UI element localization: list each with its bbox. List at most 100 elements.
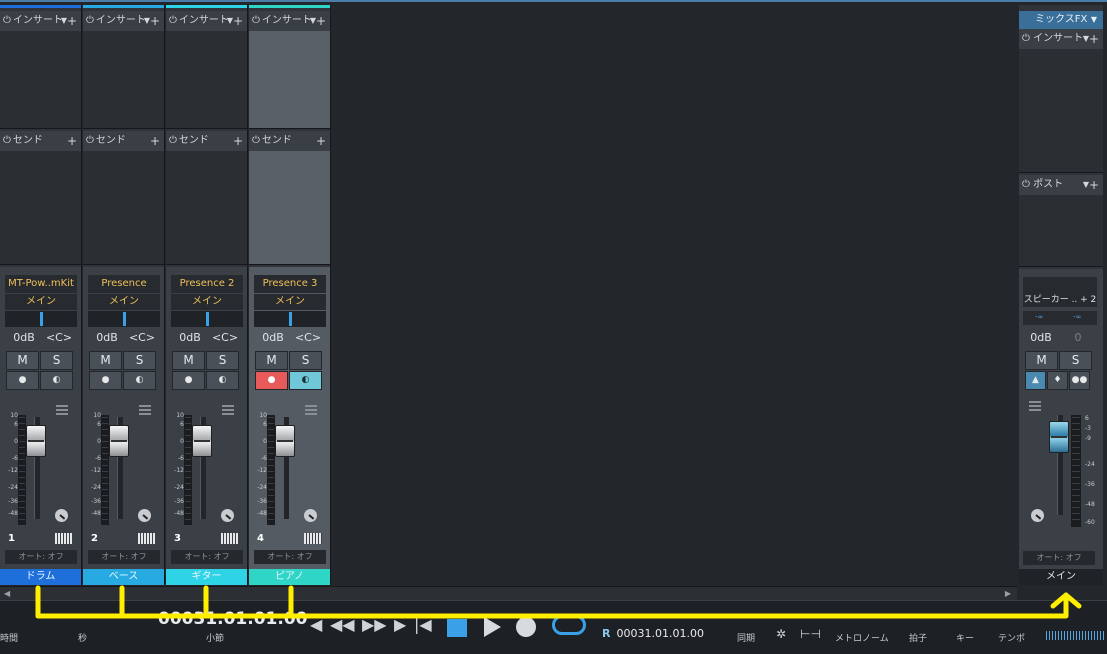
- channel-label[interactable]: ベース: [83, 569, 164, 585]
- main-automation[interactable]: オート: オフ: [1023, 551, 1095, 565]
- mute-button[interactable]: M: [255, 351, 288, 370]
- record-arm-icon[interactable]: ●: [255, 371, 288, 390]
- solo-button[interactable]: S: [289, 351, 322, 370]
- power-icon[interactable]: ⏻: [3, 135, 11, 146]
- right-locator[interactable]: R 00031.01.01.00: [602, 627, 704, 640]
- main-fader-knob[interactable]: [1049, 421, 1069, 453]
- main-bus-label[interactable]: メイン: [1019, 569, 1103, 585]
- insert-header[interactable]: ⏻ インサート ▼ +: [249, 11, 330, 31]
- power-icon[interactable]: ⏻: [169, 15, 177, 26]
- add-icon[interactable]: +: [1089, 29, 1099, 49]
- record-arm-icon[interactable]: ●: [89, 371, 122, 390]
- link-icon[interactable]: ●●: [1069, 371, 1090, 390]
- channel-name[interactable]: Presence 3: [254, 275, 326, 293]
- mute-button[interactable]: M: [172, 351, 205, 370]
- timing-icon[interactable]: ⊢⊣: [800, 627, 821, 641]
- main-mute-button[interactable]: M: [1025, 351, 1058, 370]
- stop-button[interactable]: [447, 619, 467, 637]
- monitor-icon[interactable]: ◐: [289, 371, 322, 390]
- add-icon[interactable]: +: [316, 131, 326, 151]
- fader-knob[interactable]: [192, 425, 212, 457]
- pan-slider[interactable]: [88, 311, 160, 327]
- record-arm-icon[interactable]: ●: [6, 371, 39, 390]
- volume-value[interactable]: 0dB: [6, 331, 42, 345]
- power-icon[interactable]: ⏻: [86, 15, 94, 26]
- fader-knob[interactable]: [26, 425, 46, 457]
- loop-start-icon[interactable]: |◀: [414, 615, 432, 634]
- main-dial-icon[interactable]: [1031, 509, 1044, 522]
- insert-header[interactable]: ⏻ インサート ▼ +: [0, 11, 81, 31]
- fast-forward-icon[interactable]: ▶▶: [362, 615, 387, 634]
- grip-icon[interactable]: [305, 405, 317, 415]
- main-post-header[interactable]: ⏻ ポスト ▼ +: [1019, 175, 1103, 195]
- signature-label[interactable]: 拍子: [909, 631, 927, 644]
- output-route[interactable]: メイン: [171, 294, 243, 310]
- channel-name[interactable]: Presence: [88, 275, 160, 293]
- pan-value[interactable]: <C>: [291, 331, 325, 345]
- power-icon[interactable]: ⏻: [169, 135, 177, 146]
- pan-value[interactable]: <C>: [208, 331, 242, 345]
- solo-button[interactable]: S: [123, 351, 156, 370]
- send-header[interactable]: ⏻ センド +: [166, 131, 247, 151]
- sync-label[interactable]: 同期: [737, 631, 755, 644]
- insert-header[interactable]: ⏻ インサート ▼ +: [83, 11, 164, 31]
- gear-icon[interactable]: ✲: [776, 627, 786, 641]
- insert-header[interactable]: ⏻ インサート ▼ +: [166, 11, 247, 31]
- metronome-icon[interactable]: ▲: [1025, 371, 1046, 390]
- play-button[interactable]: [484, 617, 501, 637]
- power-icon[interactable]: ⏻: [252, 135, 260, 146]
- volume-value[interactable]: 0dB: [89, 331, 125, 345]
- main-volume[interactable]: 0dB: [1023, 331, 1059, 345]
- output-route[interactable]: メイン: [88, 294, 160, 310]
- dial-icon[interactable]: [221, 509, 234, 522]
- channel-name[interactable]: MT-Pow..mKit: [5, 275, 77, 293]
- record-button[interactable]: [516, 617, 536, 637]
- volume-value[interactable]: 0dB: [172, 331, 208, 345]
- channel-name[interactable]: Presence 2: [171, 275, 243, 293]
- metronome-label[interactable]: メトロノーム: [835, 631, 889, 644]
- solo-button[interactable]: S: [40, 351, 73, 370]
- mix-fx-dropdown[interactable]: ミックスFX ▼: [1019, 11, 1103, 29]
- monitor-icon[interactable]: ◐: [40, 371, 73, 390]
- fader-knob[interactable]: [275, 425, 295, 457]
- pan-slider[interactable]: [171, 311, 243, 327]
- add-icon[interactable]: +: [233, 11, 243, 31]
- horizontal-scrollbar[interactable]: ◀ ▶: [0, 586, 1017, 600]
- record-arm-icon[interactable]: ●: [172, 371, 205, 390]
- monitor-icon[interactable]: ◐: [206, 371, 239, 390]
- piano-icon[interactable]: [55, 533, 73, 544]
- power-icon[interactable]: ⏻: [1022, 179, 1030, 190]
- grip-icon[interactable]: [139, 405, 151, 415]
- send-header[interactable]: ⏻ センド +: [249, 131, 330, 151]
- dial-icon[interactable]: [138, 509, 151, 522]
- add-icon[interactable]: +: [150, 11, 160, 31]
- power-icon[interactable]: ⏻: [3, 15, 11, 26]
- piano-icon[interactable]: [304, 533, 322, 544]
- grip-icon[interactable]: [222, 405, 234, 415]
- main-output-selector[interactable]: スピーカー .. + 2: [1023, 277, 1097, 307]
- piano-icon[interactable]: [138, 533, 156, 544]
- main-pan[interactable]: 0: [1061, 331, 1095, 345]
- pan-slider[interactable]: [5, 311, 77, 327]
- grip-icon[interactable]: [1029, 401, 1041, 411]
- dial-icon[interactable]: [55, 509, 68, 522]
- automation-mode[interactable]: オート: オフ: [88, 550, 160, 564]
- grip-icon[interactable]: [56, 405, 68, 415]
- piano-icon[interactable]: [221, 533, 239, 544]
- mute-button[interactable]: M: [89, 351, 122, 370]
- automation-mode[interactable]: オート: オフ: [254, 550, 326, 564]
- rewind-to-start-icon[interactable]: ◀: [310, 615, 322, 634]
- rewind-icon[interactable]: ◀◀: [330, 615, 355, 634]
- output-route[interactable]: メイン: [5, 294, 77, 310]
- pan-value[interactable]: <C>: [42, 331, 76, 345]
- pan-slider[interactable]: [254, 311, 326, 327]
- add-icon[interactable]: +: [1089, 175, 1099, 195]
- scroll-left-icon[interactable]: ◀: [4, 587, 10, 601]
- main-solo-button[interactable]: S: [1059, 351, 1092, 370]
- main-insert-header[interactable]: ⏻ インサート ▼ +: [1019, 29, 1103, 49]
- channel-label[interactable]: ピアノ: [249, 569, 330, 585]
- loop-button[interactable]: [552, 615, 586, 635]
- pan-value[interactable]: <C>: [125, 331, 159, 345]
- add-icon[interactable]: +: [67, 11, 77, 31]
- power-icon[interactable]: ⏻: [86, 135, 94, 146]
